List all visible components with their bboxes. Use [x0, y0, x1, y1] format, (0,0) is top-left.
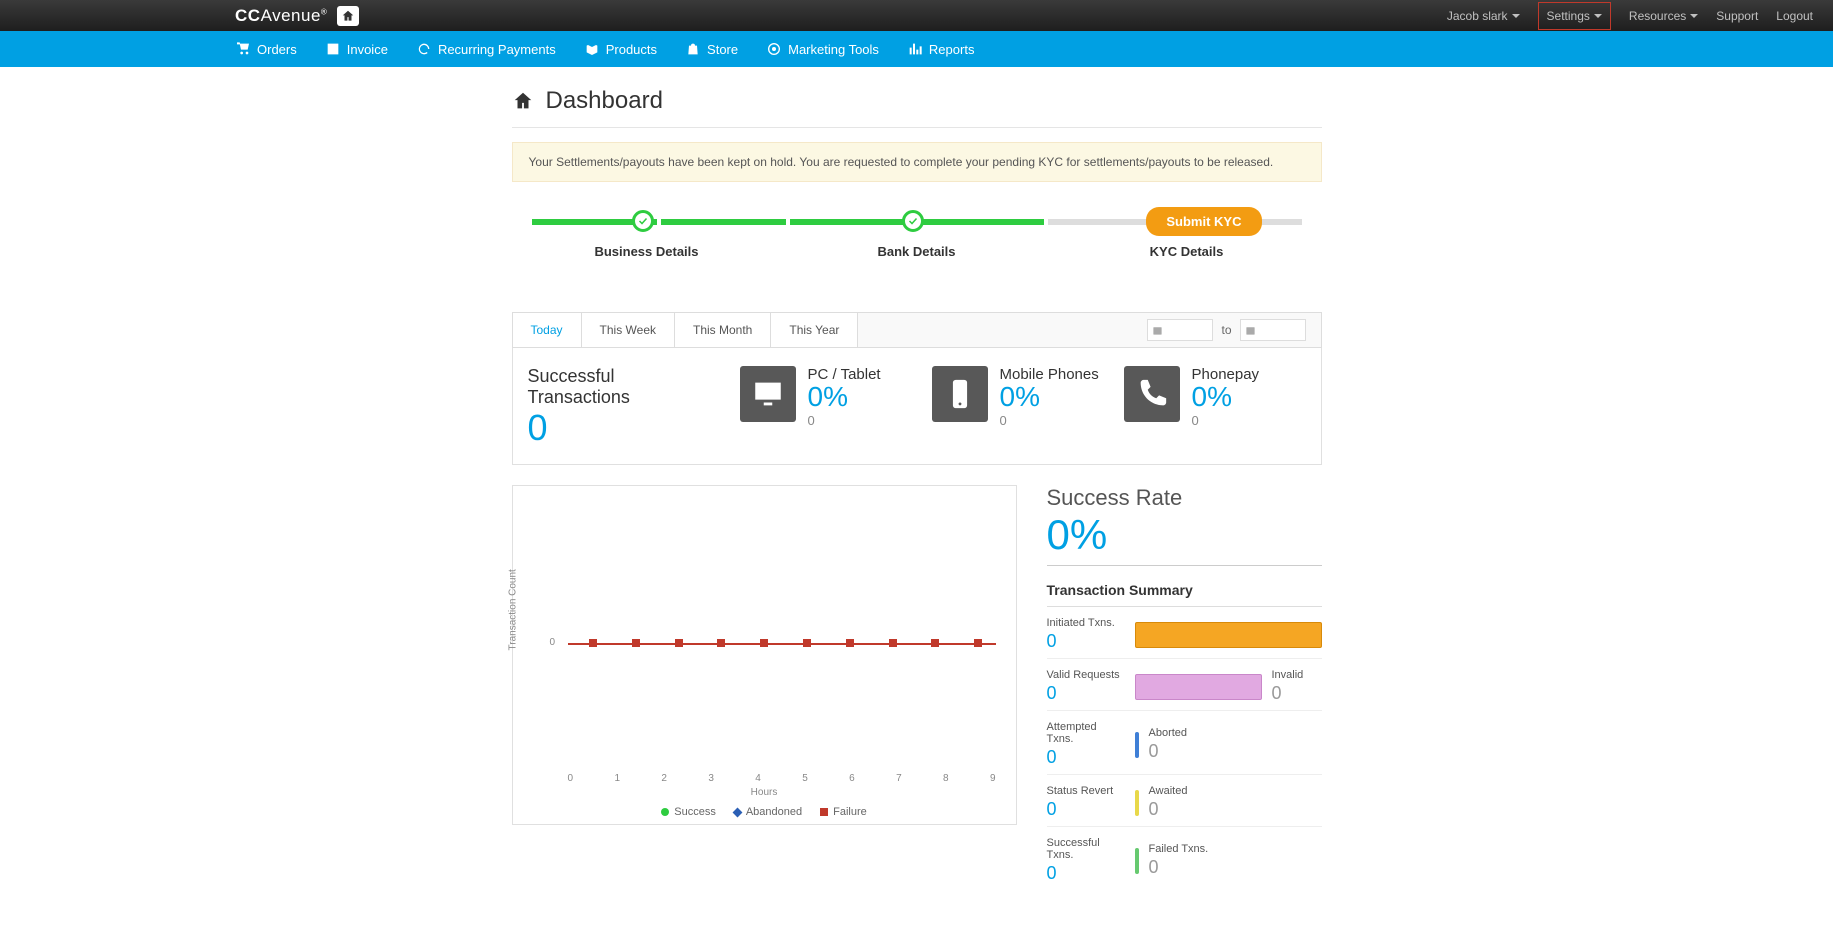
bar-successful [1135, 848, 1139, 874]
stat-pc: PC / Tablet 0% 0 [740, 366, 922, 446]
summary-successful: Successful Txns.0 Failed Txns.0 [1047, 837, 1322, 890]
stat-label: Successful Transactions [528, 366, 710, 408]
topbar-left: CCAvenue® [235, 6, 359, 26]
chart-legend: Success Abandoned Failure [513, 806, 1016, 818]
caret-icon [1512, 14, 1520, 18]
stat-value: 0 [528, 410, 548, 446]
date-from-input[interactable] [1147, 319, 1213, 341]
summary-column: Success Rate 0% Transaction Summary Init… [1047, 485, 1322, 890]
bar-initiated [1135, 622, 1322, 648]
logo: CCAvenue® [235, 6, 327, 26]
topbar: CCAvenue® Jacob slark Settings Resources… [0, 0, 1833, 31]
bar-status [1135, 790, 1139, 816]
legend-failure: Failure [820, 806, 867, 818]
bar-valid [1135, 674, 1262, 700]
bottom-row: Transaction Count 0 01 23 45 67 89 Hours… [512, 485, 1322, 890]
user-menu[interactable]: Jacob slark [1447, 9, 1520, 23]
page-title: Dashboard [546, 87, 663, 115]
kyc-alert: Your Settlements/payouts have been kept … [512, 142, 1322, 182]
target-icon [766, 41, 782, 57]
stats-row: Successful Transactions 0 PC / Tablet 0%… [512, 348, 1322, 465]
mobile-icon [932, 366, 988, 422]
chart-area: 0 [568, 516, 996, 769]
home-button[interactable] [337, 6, 359, 26]
nav-invoice[interactable]: Invoice [325, 41, 388, 57]
time-filter-tabs: Today This Week This Month This Year [513, 313, 859, 347]
nav-orders[interactable]: Orders [235, 41, 297, 57]
step-check-business [632, 210, 654, 232]
bag-icon [685, 41, 701, 57]
step-label-business: Business Details [512, 244, 782, 259]
transaction-chart: Transaction Count 0 01 23 45 67 89 Hours… [512, 485, 1017, 825]
main-content: Dashboard Your Settlements/payouts have … [512, 67, 1322, 930]
chart-xaxis: 01 23 45 67 89 [568, 773, 996, 784]
home-icon [512, 90, 534, 112]
cart-icon [235, 41, 251, 57]
summary-initiated: Initiated Txns.0 [1047, 617, 1322, 659]
calendar-icon [1152, 325, 1163, 336]
nav-bar: Orders Invoice Recurring Payments Produc… [0, 31, 1833, 67]
tab-week[interactable]: This Week [582, 313, 675, 347]
logout-link[interactable]: Logout [1776, 9, 1813, 23]
home-icon [341, 9, 355, 23]
tab-year[interactable]: This Year [771, 313, 858, 347]
legend-abandoned: Abandoned [734, 806, 802, 818]
stat-phonepay: Phonepay 0% 0 [1124, 366, 1306, 446]
box-icon [584, 41, 600, 57]
chart-xlabel: Hours [513, 787, 1016, 798]
summary-title: Transaction Summary [1047, 582, 1322, 607]
step-label-bank: Bank Details [782, 244, 1052, 259]
refresh-icon [416, 41, 432, 57]
topbar-right: Jacob slark Settings Resources Support L… [1447, 2, 1813, 30]
nav-marketing[interactable]: Marketing Tools [766, 41, 879, 57]
bar-attempted [1135, 732, 1139, 758]
tab-today[interactable]: Today [513, 313, 582, 347]
summary-valid: Valid Requests0 Invalid0 [1047, 669, 1322, 711]
caret-icon [1594, 14, 1602, 18]
monitor-icon [740, 366, 796, 422]
step-check-bank [902, 210, 924, 232]
nav-store[interactable]: Store [685, 41, 738, 57]
chart-ylabel: Transaction Count [507, 569, 518, 650]
success-rate-label: Success Rate [1047, 485, 1322, 511]
kyc-steps: Submit KYC Business Details Bank Details… [512, 212, 1322, 272]
success-rate-value: 0% [1047, 511, 1322, 566]
summary-attempted: Attempted Txns.0 Aborted0 [1047, 721, 1322, 775]
date-to-input[interactable] [1240, 319, 1306, 341]
stat-successful: Successful Transactions 0 [528, 366, 730, 446]
step-labels: Business Details Bank Details KYC Detail… [512, 244, 1322, 259]
nav-products[interactable]: Products [584, 41, 657, 57]
step-label-kyc: KYC Details [1052, 244, 1322, 259]
stat-mobile: Mobile Phones 0% 0 [932, 366, 1114, 446]
submit-kyc-button[interactable]: Submit KYC [1146, 207, 1261, 236]
summary-status-revert: Status Revert0 Awaited0 [1047, 785, 1322, 827]
calendar-icon [1245, 325, 1256, 336]
page-title-row: Dashboard [512, 87, 1322, 128]
calendar-icon [325, 41, 341, 57]
resources-menu[interactable]: Resources [1629, 9, 1698, 23]
caret-icon [1690, 14, 1698, 18]
phone-icon [1124, 366, 1180, 422]
support-link[interactable]: Support [1716, 9, 1758, 23]
chart-icon [907, 41, 923, 57]
time-filter-row: Today This Week This Month This Year to [512, 312, 1322, 348]
to-label: to [1221, 323, 1231, 337]
legend-success: Success [661, 806, 716, 818]
date-range: to [1147, 319, 1320, 341]
settings-menu[interactable]: Settings [1538, 2, 1611, 30]
tab-month[interactable]: This Month [675, 313, 771, 347]
nav-reports[interactable]: Reports [907, 41, 975, 57]
nav-recurring[interactable]: Recurring Payments [416, 41, 556, 57]
